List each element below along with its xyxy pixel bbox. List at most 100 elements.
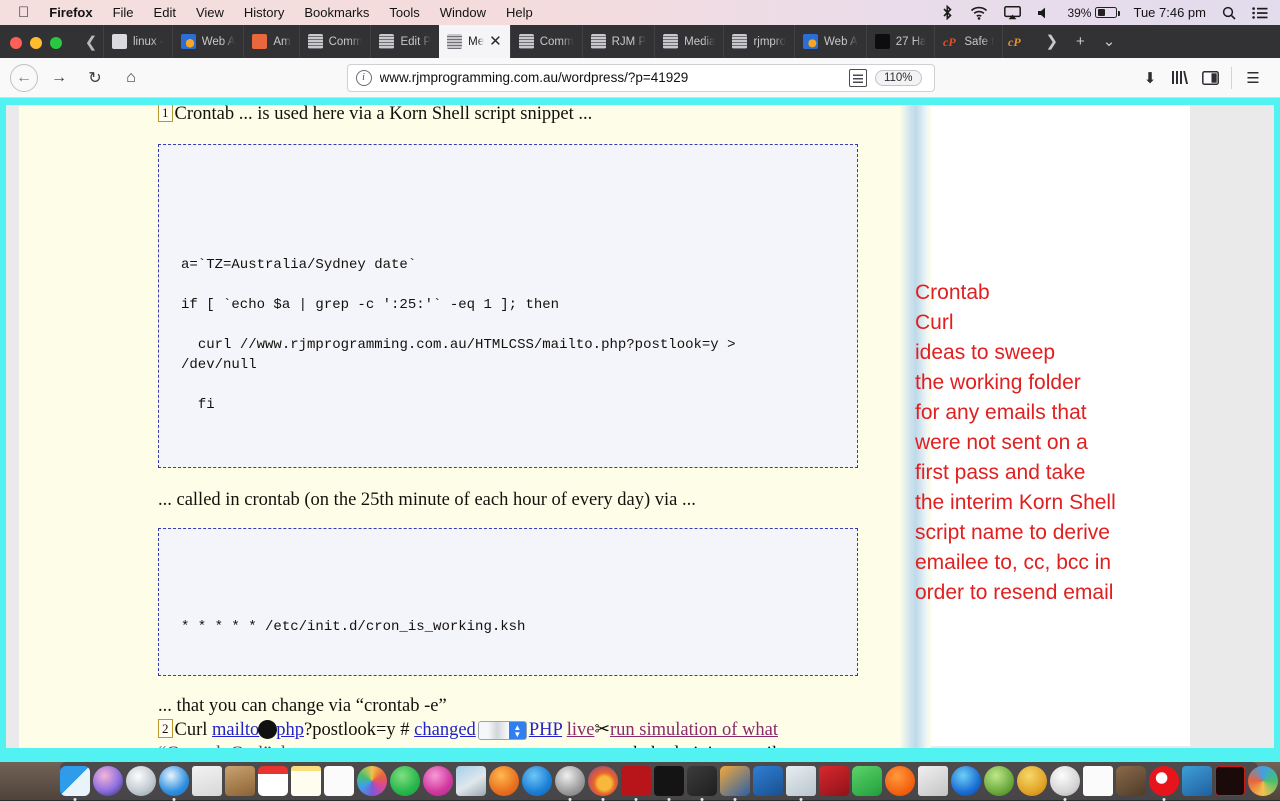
dock-app-globe[interactable] [1248, 766, 1278, 796]
dock-app-ibooks[interactable] [489, 766, 519, 796]
browser-tab[interactable]: cP [1002, 25, 1034, 58]
sidebar-red-note: Crontab Curl ideas to sweep the working … [915, 278, 1165, 608]
dock-app-virtualbox[interactable] [819, 766, 849, 796]
airplay-icon[interactable] [1004, 5, 1022, 20]
dock-app-preview[interactable] [192, 766, 222, 796]
browser-tab[interactable]: Comm [509, 25, 582, 58]
dock-app-safari[interactable] [159, 766, 189, 801]
dock-app-wamp[interactable] [687, 766, 717, 801]
dock-app-itunes[interactable] [423, 766, 453, 796]
url-text[interactable]: www.rjmprogramming.com.au/wordpress/?p=4… [380, 70, 849, 85]
close-window-button[interactable] [10, 37, 22, 49]
dock-app-image-capture[interactable] [456, 766, 486, 796]
dock-app-vs-code[interactable] [1182, 766, 1212, 796]
page-viewport[interactable]: 1 Crontab ... is used here via a Korn She… [0, 98, 1280, 762]
menu-item-firefox[interactable]: Firefox [49, 5, 92, 20]
browser-tab[interactable]: Media [654, 25, 723, 58]
note-line: script name to derive [915, 521, 1110, 544]
reader-view-icon[interactable] [848, 68, 867, 87]
link-php[interactable]: php [276, 720, 304, 740]
home-button[interactable]: ⌂ [116, 63, 146, 93]
link-php-2[interactable]: PHP [529, 720, 562, 740]
browser-tab[interactable]: RJM P [581, 25, 655, 58]
dock-app-facetime[interactable] [852, 766, 882, 796]
browser-tab[interactable]: Web A [794, 25, 866, 58]
sidebar-icon[interactable] [1195, 70, 1225, 85]
volume-icon[interactable] [1037, 6, 1051, 20]
hamburger-menu-icon[interactable]: ☰ [1238, 69, 1268, 87]
dock-app-launchpad[interactable] [126, 766, 156, 796]
dock-app-terminal[interactable] [654, 766, 684, 801]
wifi-icon[interactable] [970, 6, 988, 20]
menu-item-file[interactable]: File [113, 5, 134, 20]
dock-app-android-studio[interactable] [984, 766, 1014, 796]
apple-logo-icon[interactable]:  [18, 5, 29, 20]
dock-app-gimp[interactable] [1116, 766, 1146, 796]
dock-app-finder[interactable] [60, 766, 90, 801]
maximize-window-button[interactable] [50, 37, 62, 49]
dock-app-app-store[interactable] [522, 766, 552, 796]
browser-tab[interactable]: Web A [171, 25, 244, 58]
dock-app-photos[interactable] [357, 766, 387, 796]
menu-item-edit[interactable]: Edit [154, 5, 176, 20]
scissors-icon: ✂ [594, 720, 610, 740]
dock-app-android-studio-2[interactable] [1017, 766, 1047, 796]
download-icon[interactable]: ⬇ [1135, 69, 1165, 87]
browser-tab[interactable]: cP Safe t [934, 25, 1002, 58]
menu-item-window[interactable]: Window [440, 5, 486, 20]
dock-app-pages[interactable] [1083, 766, 1113, 796]
link-mailto[interactable]: mailto [212, 720, 259, 740]
browser-tab[interactable]: 27 Ha [865, 25, 935, 58]
dock-app-messages[interactable] [390, 766, 420, 796]
dock-app-snapshot[interactable] [918, 766, 948, 796]
link-changed[interactable]: changed [414, 720, 476, 740]
dock-app-ghost[interactable] [1050, 766, 1080, 801]
list-menu-icon[interactable] [1252, 6, 1268, 19]
menu-item-help[interactable]: Help [506, 5, 533, 20]
menu-item-bookmarks[interactable]: Bookmarks [304, 5, 369, 20]
browser-tab[interactable]: Comm [298, 25, 371, 58]
dock-app-firefox[interactable] [588, 766, 618, 801]
dock-app-reminders[interactable] [324, 766, 354, 796]
url-bar[interactable]: i www.rjmprogramming.com.au/wordpress/?p… [346, 63, 935, 92]
dock-app-siri[interactable] [93, 766, 123, 796]
scroll-tabs-right-icon[interactable]: ❯ [1036, 25, 1067, 58]
browser-tab[interactable]: Edit P [370, 25, 439, 58]
info-icon[interactable]: i [355, 69, 372, 86]
dock-app-notes[interactable] [291, 766, 321, 796]
dock-app-acrobat[interactable] [1215, 766, 1245, 796]
search-icon[interactable] [1222, 6, 1236, 20]
browser-tab[interactable]: rjmpro [723, 25, 794, 58]
dock-app-contacts[interactable] [225, 766, 255, 796]
scroll-tabs-left-icon[interactable]: ❮ [79, 25, 103, 58]
menu-item-history[interactable]: History [244, 5, 284, 20]
dock-app-filezilla[interactable] [621, 766, 651, 801]
library-icon[interactable] [1165, 70, 1195, 85]
browser-tab[interactable]: Am [243, 25, 298, 58]
dock-app-xampp[interactable] [720, 766, 750, 801]
link-live[interactable]: live [567, 720, 595, 740]
dock-app-textedit[interactable] [786, 766, 816, 801]
reload-button[interactable]: ↻ [80, 63, 110, 93]
menu-item-view[interactable]: View [196, 5, 224, 20]
link-run-simulation[interactable]: run simulation of what [610, 720, 778, 740]
forward-button[interactable]: → [44, 63, 74, 93]
dock-app-system-preferences[interactable] [555, 766, 585, 801]
dock-app-calendar[interactable] [258, 766, 288, 796]
select-stepper-icon[interactable]: ▲ ▼ [477, 721, 527, 740]
bluetooth-icon[interactable] [941, 5, 954, 20]
browser-tab-active[interactable]: Me ✕ [439, 25, 510, 58]
minimize-window-button[interactable] [30, 37, 42, 49]
dock-app-avast[interactable] [885, 766, 915, 796]
close-tab-icon[interactable]: ✕ [489, 34, 502, 49]
zoom-level-badge[interactable]: 110% [874, 69, 922, 86]
menu-item-tools[interactable]: Tools [389, 5, 419, 20]
clock[interactable]: Tue 7:46 pm [1133, 5, 1206, 20]
list-all-tabs-icon[interactable]: ⌄ [1094, 25, 1125, 58]
dock-app-xcode[interactable] [753, 766, 783, 796]
browser-tab[interactable]: linux - [103, 25, 172, 58]
back-button[interactable]: ← [10, 63, 38, 92]
dock-app-quicktime[interactable] [951, 766, 981, 796]
dock-app-opera[interactable] [1149, 766, 1179, 801]
new-tab-button[interactable]: + [1067, 25, 1094, 58]
